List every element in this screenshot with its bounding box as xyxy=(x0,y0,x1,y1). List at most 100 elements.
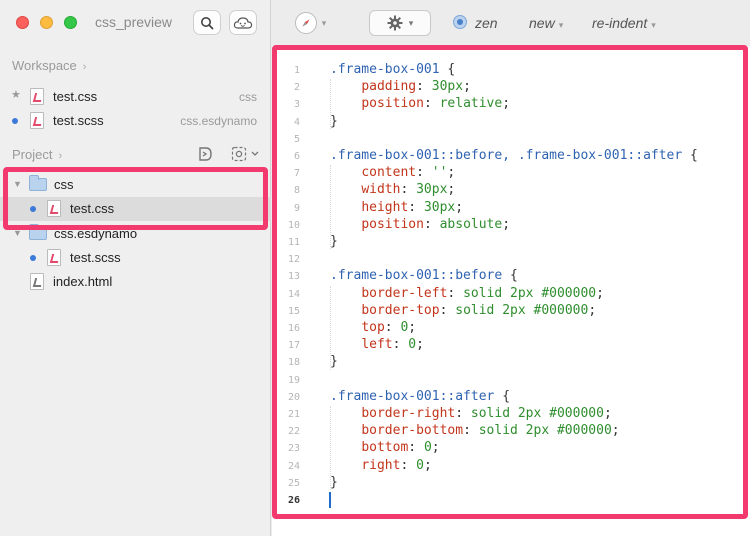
code-line[interactable]: height: 30px; xyxy=(330,200,463,217)
code-line[interactable]: top: 0; xyxy=(330,320,416,337)
line-number: 22 xyxy=(287,426,300,438)
preview-menu-button[interactable]: ▾ xyxy=(290,10,330,36)
cloud-button[interactable] xyxy=(229,10,257,35)
workspace-item-test-scss[interactable]: test.scss css.esdynamo xyxy=(0,109,271,133)
code-token: { xyxy=(502,268,518,284)
tree-file-test-scss[interactable]: test.scss xyxy=(0,246,271,270)
workspace-item-name: test.css xyxy=(53,89,98,104)
dynamo-button[interactable] xyxy=(197,146,213,162)
code-line[interactable]: .frame-box-001::after { xyxy=(330,389,510,406)
chevron-down-icon: ▾ xyxy=(558,20,564,30)
line-number: 9 xyxy=(293,202,300,214)
close-window-button[interactable] xyxy=(16,16,29,29)
settings-menu-button[interactable]: ▾ xyxy=(369,10,431,36)
line-number: 4 xyxy=(293,116,300,128)
code-line[interactable]: right: 0; xyxy=(330,457,432,475)
code-token: '' xyxy=(431,165,448,181)
code-token: height xyxy=(361,199,409,215)
tree-folder-css-esdynamo[interactable]: ▼ css.esdynamo xyxy=(0,222,271,246)
search-icon xyxy=(201,16,214,29)
code-line[interactable]: border-top: solid 2px #000000; xyxy=(330,303,596,320)
zen-label: zen xyxy=(475,15,498,31)
line-number: 18 xyxy=(287,357,300,369)
zen-button[interactable]: zen xyxy=(475,15,498,31)
code-line[interactable]: border-right: solid 2px #000000; xyxy=(330,406,611,423)
code-token: ; xyxy=(431,440,440,456)
code-line[interactable]: .frame-box-001 { xyxy=(330,62,455,79)
code-line[interactable]: border-left: solid 2px #000000; xyxy=(330,286,604,303)
disclosure-triangle-icon[interactable]: ▼ xyxy=(13,228,22,238)
code-line[interactable]: width: 30px; xyxy=(330,182,455,199)
code-line[interactable]: .frame-box-001::before, .frame-box-001::… xyxy=(330,148,698,165)
workspace-item-test-css[interactable]: ★ test.css css xyxy=(0,85,271,109)
code-line[interactable]: } xyxy=(330,234,338,251)
project-section-header[interactable]: Project › xyxy=(12,147,62,162)
code-token: ; xyxy=(611,423,620,439)
code-token: absolute xyxy=(439,216,503,232)
code-editor[interactable]: 1 2 3 4 5 6 7 8 9 10 11 12 13 14 15 16 17 18 19 20 21 22 23 24 2… xyxy=(272,46,750,536)
line-number: 7 xyxy=(293,168,300,180)
tree-folder-css[interactable]: ▼ css xyxy=(0,173,271,197)
tree-item-name: css xyxy=(54,177,74,192)
code-token: ; xyxy=(502,216,511,232)
code-line[interactable]: border-bottom: solid 2px #000000; xyxy=(330,423,620,440)
code-token: padding xyxy=(361,79,417,95)
cloud-icon xyxy=(233,16,253,29)
code-line[interactable]: } xyxy=(330,114,338,131)
code-token: : xyxy=(447,285,464,301)
code-token: : xyxy=(423,96,440,112)
code-token: { xyxy=(682,148,698,163)
code-line[interactable]: } xyxy=(330,475,338,492)
code-line[interactable]: content: ''; xyxy=(330,165,455,182)
folder-icon xyxy=(29,175,47,191)
tree-file-test-css[interactable]: test.css xyxy=(0,197,271,221)
code-token: ; xyxy=(447,165,456,181)
code-line[interactable]: bottom: 0; xyxy=(330,440,440,457)
code-token: ; xyxy=(423,457,432,473)
code-token: 0 xyxy=(416,457,424,473)
code-token: : xyxy=(384,320,401,335)
project-settings-button[interactable] xyxy=(231,146,261,162)
line-number: 8 xyxy=(293,185,300,197)
code-line[interactable]: padding: 30px; xyxy=(330,79,471,96)
new-menu-button[interactable]: new ▾ xyxy=(529,15,563,31)
line-number: 3 xyxy=(293,99,300,111)
code-token: { xyxy=(494,388,511,404)
disclosure-triangle-icon[interactable]: ▼ xyxy=(13,179,22,189)
file-icon xyxy=(30,88,44,105)
line-number: 16 xyxy=(287,323,300,334)
zoom-window-button[interactable] xyxy=(64,16,77,29)
code-token: 30px xyxy=(423,199,456,215)
file-icon xyxy=(30,273,44,290)
minimize-window-button[interactable] xyxy=(40,16,53,29)
workspace-section-header[interactable]: Workspace › xyxy=(12,58,86,73)
code-line[interactable]: .frame-box-001::before { xyxy=(330,268,518,285)
code-token: relative xyxy=(439,96,503,112)
code-line[interactable]: position: absolute; xyxy=(330,217,510,234)
chevron-down-icon: ▾ xyxy=(408,17,414,28)
tree-file-index-html[interactable]: index.html xyxy=(0,270,271,294)
modified-dot-icon xyxy=(12,118,18,124)
project-label: Project xyxy=(12,147,53,162)
code-token: position xyxy=(361,216,424,232)
code-token: : xyxy=(455,406,471,421)
code-token: : xyxy=(408,440,424,456)
file-icon xyxy=(47,249,61,266)
code-token: bottom xyxy=(361,440,409,456)
code-token: 30px xyxy=(416,182,448,198)
code-line[interactable]: } xyxy=(330,354,338,371)
reindent-menu-button[interactable]: re-indent ▾ xyxy=(592,15,656,31)
code-token: border-top xyxy=(361,302,440,318)
code-line[interactable]: position: relative; xyxy=(330,96,510,113)
search-button[interactable] xyxy=(193,10,221,35)
line-number: 17 xyxy=(287,340,300,352)
code-token: right xyxy=(361,457,401,473)
code-line[interactable]: left: 0; xyxy=(330,337,424,354)
line-number: 14 xyxy=(287,288,300,300)
